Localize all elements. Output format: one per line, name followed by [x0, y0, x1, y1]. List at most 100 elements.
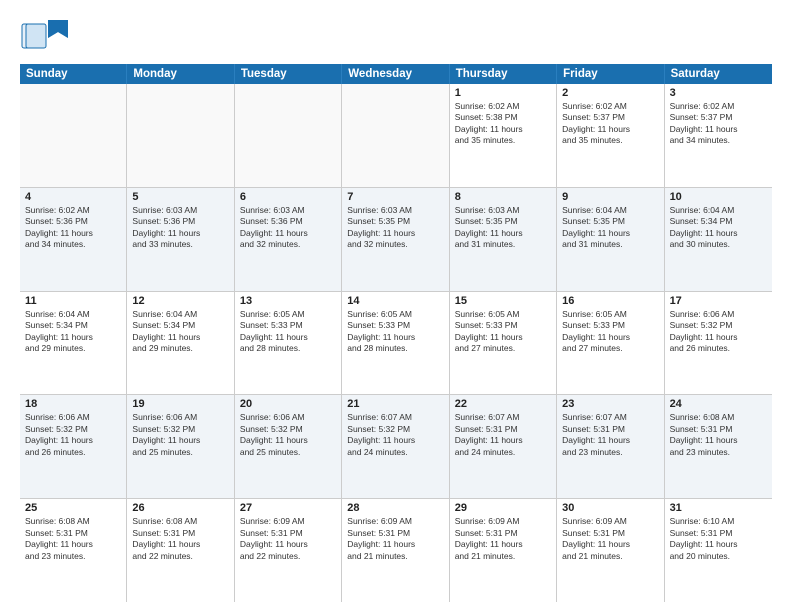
- day-cell-17: 17 Sunrise: 6:06 AMSunset: 5:32 PMDayligh…: [665, 292, 772, 395]
- day-info: Sunrise: 6:02 AMSunset: 5:36 PMDaylight:…: [25, 205, 121, 251]
- day-number: 3: [670, 87, 767, 99]
- calendar-body: 1 Sunrise: 6:02 AMSunset: 5:38 PMDaylight…: [20, 84, 772, 602]
- day-cell-2: 2 Sunrise: 6:02 AMSunset: 5:37 PMDaylight…: [557, 84, 664, 187]
- day-number: 31: [670, 502, 767, 514]
- day-cell-9: 9Sunrise: 6:04 AMSunset: 5:35 PMDaylight…: [557, 188, 664, 291]
- day-number: 14: [347, 295, 443, 307]
- week-row-4: 18 Sunrise: 6:06 AMSunset: 5:32 PMDayligh…: [20, 395, 772, 499]
- day-cell-30: 30 Sunrise: 6:09 AMSunset: 5:31 PMDayligh…: [557, 499, 664, 602]
- day-cell-26: 26 Sunrise: 6:08 AMSunset: 5:31 PMDayligh…: [127, 499, 234, 602]
- day-cell-18: 18 Sunrise: 6:06 AMSunset: 5:32 PMDayligh…: [20, 395, 127, 498]
- day-info: Sunrise: 6:06 AMSunset: 5:32 PMDaylight:…: [25, 412, 121, 458]
- day-info: Sunrise: 6:04 AMSunset: 5:34 PMDaylight:…: [25, 309, 121, 355]
- calendar: SundayMondayTuesdayWednesdayThursdayFrid…: [20, 64, 772, 602]
- day-number: 17: [670, 295, 767, 307]
- day-info: Sunrise: 6:08 AMSunset: 5:31 PMDaylight:…: [670, 412, 767, 458]
- day-cell-6: 6 Sunrise: 6:03 AMSunset: 5:36 PMDaylight…: [235, 188, 342, 291]
- calendar-header: SundayMondayTuesdayWednesdayThursdayFrid…: [20, 64, 772, 84]
- day-info: Sunrise: 6:09 AMSunset: 5:31 PMDaylight:…: [240, 516, 336, 562]
- day-number: 15: [455, 295, 551, 307]
- header-day-wednesday: Wednesday: [342, 64, 449, 84]
- day-number: 23: [562, 398, 658, 410]
- day-number: 18: [25, 398, 121, 410]
- day-cell-27: 27 Sunrise: 6:09 AMSunset: 5:31 PMDayligh…: [235, 499, 342, 602]
- day-cell-22: 22Sunrise: 6:07 AMSunset: 5:31 PMDayligh…: [450, 395, 557, 498]
- day-info: Sunrise: 6:05 AMSunset: 5:33 PMDaylight:…: [240, 309, 336, 355]
- day-info: Sunrise: 6:07 AMSunset: 5:32 PMDaylight:…: [347, 412, 443, 458]
- day-info: Sunrise: 6:03 AMSunset: 5:35 PMDaylight:…: [455, 205, 551, 251]
- day-info: Sunrise: 6:08 AMSunset: 5:31 PMDaylight:…: [25, 516, 121, 562]
- day-number: 16: [562, 295, 658, 307]
- day-number: 2: [562, 87, 658, 99]
- day-number: 20: [240, 398, 336, 410]
- day-number: 19: [132, 398, 228, 410]
- day-cell-11: 11 Sunrise: 6:04 AMSunset: 5:34 PMDayligh…: [20, 292, 127, 395]
- day-number: 5: [132, 191, 228, 203]
- day-number: 8: [455, 191, 551, 203]
- day-number: 4: [25, 191, 121, 203]
- day-number: 1: [455, 87, 551, 99]
- week-row-2: 4 Sunrise: 6:02 AMSunset: 5:36 PMDaylight…: [20, 188, 772, 292]
- day-info: Sunrise: 6:05 AMSunset: 5:33 PMDaylight:…: [562, 309, 658, 355]
- day-info: Sunrise: 6:03 AMSunset: 5:36 PMDaylight:…: [132, 205, 228, 251]
- day-info: Sunrise: 6:08 AMSunset: 5:31 PMDaylight:…: [132, 516, 228, 562]
- empty-cell: [20, 84, 127, 187]
- day-cell-21: 21 Sunrise: 6:07 AMSunset: 5:32 PMDayligh…: [342, 395, 449, 498]
- day-info: Sunrise: 6:02 AMSunset: 5:38 PMDaylight:…: [455, 101, 551, 147]
- day-cell-16: 16 Sunrise: 6:05 AMSunset: 5:33 PMDayligh…: [557, 292, 664, 395]
- logo: [20, 16, 72, 56]
- day-number: 28: [347, 502, 443, 514]
- day-info: Sunrise: 6:02 AMSunset: 5:37 PMDaylight:…: [562, 101, 658, 147]
- day-number: 25: [25, 502, 121, 514]
- day-cell-8: 8 Sunrise: 6:03 AMSunset: 5:35 PMDaylight…: [450, 188, 557, 291]
- day-cell-23: 23 Sunrise: 6:07 AMSunset: 5:31 PMDayligh…: [557, 395, 664, 498]
- day-number: 26: [132, 502, 228, 514]
- week-row-1: 1 Sunrise: 6:02 AMSunset: 5:38 PMDaylight…: [20, 84, 772, 188]
- day-number: 10: [670, 191, 767, 203]
- day-cell-31: 31 Sunrise: 6:10 AMSunset: 5:31 PMDayligh…: [665, 499, 772, 602]
- day-cell-3: 3 Sunrise: 6:02 AMSunset: 5:37 PMDaylight…: [665, 84, 772, 187]
- day-info: Sunrise: 6:03 AMSunset: 5:36 PMDaylight:…: [240, 205, 336, 251]
- day-cell-25: 25 Sunrise: 6:08 AMSunset: 5:31 PMDayligh…: [20, 499, 127, 602]
- header: [20, 16, 772, 56]
- day-number: 24: [670, 398, 767, 410]
- day-cell-15: 15Sunrise: 6:05 AMSunset: 5:33 PMDayligh…: [450, 292, 557, 395]
- day-info: Sunrise: 6:03 AMSunset: 5:35 PMDaylight:…: [347, 205, 443, 251]
- header-day-sunday: Sunday: [20, 64, 127, 84]
- day-cell-1: 1 Sunrise: 6:02 AMSunset: 5:38 PMDaylight…: [450, 84, 557, 187]
- day-cell-28: 28 Sunrise: 6:09 AMSunset: 5:31 PMDayligh…: [342, 499, 449, 602]
- day-number: 27: [240, 502, 336, 514]
- day-cell-10: 10 Sunrise: 6:04 AMSunset: 5:34 PMDayligh…: [665, 188, 772, 291]
- day-cell-24: 24 Sunrise: 6:08 AMSunset: 5:31 PMDayligh…: [665, 395, 772, 498]
- day-number: 6: [240, 191, 336, 203]
- day-info: Sunrise: 6:02 AMSunset: 5:37 PMDaylight:…: [670, 101, 767, 147]
- day-info: Sunrise: 6:04 AMSunset: 5:34 PMDaylight:…: [670, 205, 767, 251]
- header-day-saturday: Saturday: [665, 64, 772, 84]
- day-info: Sunrise: 6:07 AMSunset: 5:31 PMDaylight:…: [562, 412, 658, 458]
- page: SundayMondayTuesdayWednesdayThursdayFrid…: [0, 0, 792, 612]
- day-info: Sunrise: 6:09 AMSunset: 5:31 PMDaylight:…: [347, 516, 443, 562]
- day-info: Sunrise: 6:06 AMSunset: 5:32 PMDaylight:…: [240, 412, 336, 458]
- empty-cell: [127, 84, 234, 187]
- day-cell-5: 5 Sunrise: 6:03 AMSunset: 5:36 PMDaylight…: [127, 188, 234, 291]
- day-number: 11: [25, 295, 121, 307]
- day-info: Sunrise: 6:09 AMSunset: 5:31 PMDaylight:…: [562, 516, 658, 562]
- day-number: 29: [455, 502, 551, 514]
- day-cell-4: 4 Sunrise: 6:02 AMSunset: 5:36 PMDaylight…: [20, 188, 127, 291]
- day-number: 30: [562, 502, 658, 514]
- day-info: Sunrise: 6:10 AMSunset: 5:31 PMDaylight:…: [670, 516, 767, 562]
- day-cell-7: 7 Sunrise: 6:03 AMSunset: 5:35 PMDaylight…: [342, 188, 449, 291]
- day-info: Sunrise: 6:06 AMSunset: 5:32 PMDaylight:…: [132, 412, 228, 458]
- day-number: 13: [240, 295, 336, 307]
- day-info: Sunrise: 6:05 AMSunset: 5:33 PMDaylight:…: [347, 309, 443, 355]
- day-cell-29: 29Sunrise: 6:09 AMSunset: 5:31 PMDayligh…: [450, 499, 557, 602]
- empty-cell: [342, 84, 449, 187]
- day-cell-20: 20 Sunrise: 6:06 AMSunset: 5:32 PMDayligh…: [235, 395, 342, 498]
- day-cell-19: 19 Sunrise: 6:06 AMSunset: 5:32 PMDayligh…: [127, 395, 234, 498]
- day-number: 7: [347, 191, 443, 203]
- day-number: 12: [132, 295, 228, 307]
- week-row-5: 25 Sunrise: 6:08 AMSunset: 5:31 PMDayligh…: [20, 499, 772, 602]
- day-number: 21: [347, 398, 443, 410]
- day-info: Sunrise: 6:06 AMSunset: 5:32 PMDaylight:…: [670, 309, 767, 355]
- day-cell-13: 13 Sunrise: 6:05 AMSunset: 5:33 PMDayligh…: [235, 292, 342, 395]
